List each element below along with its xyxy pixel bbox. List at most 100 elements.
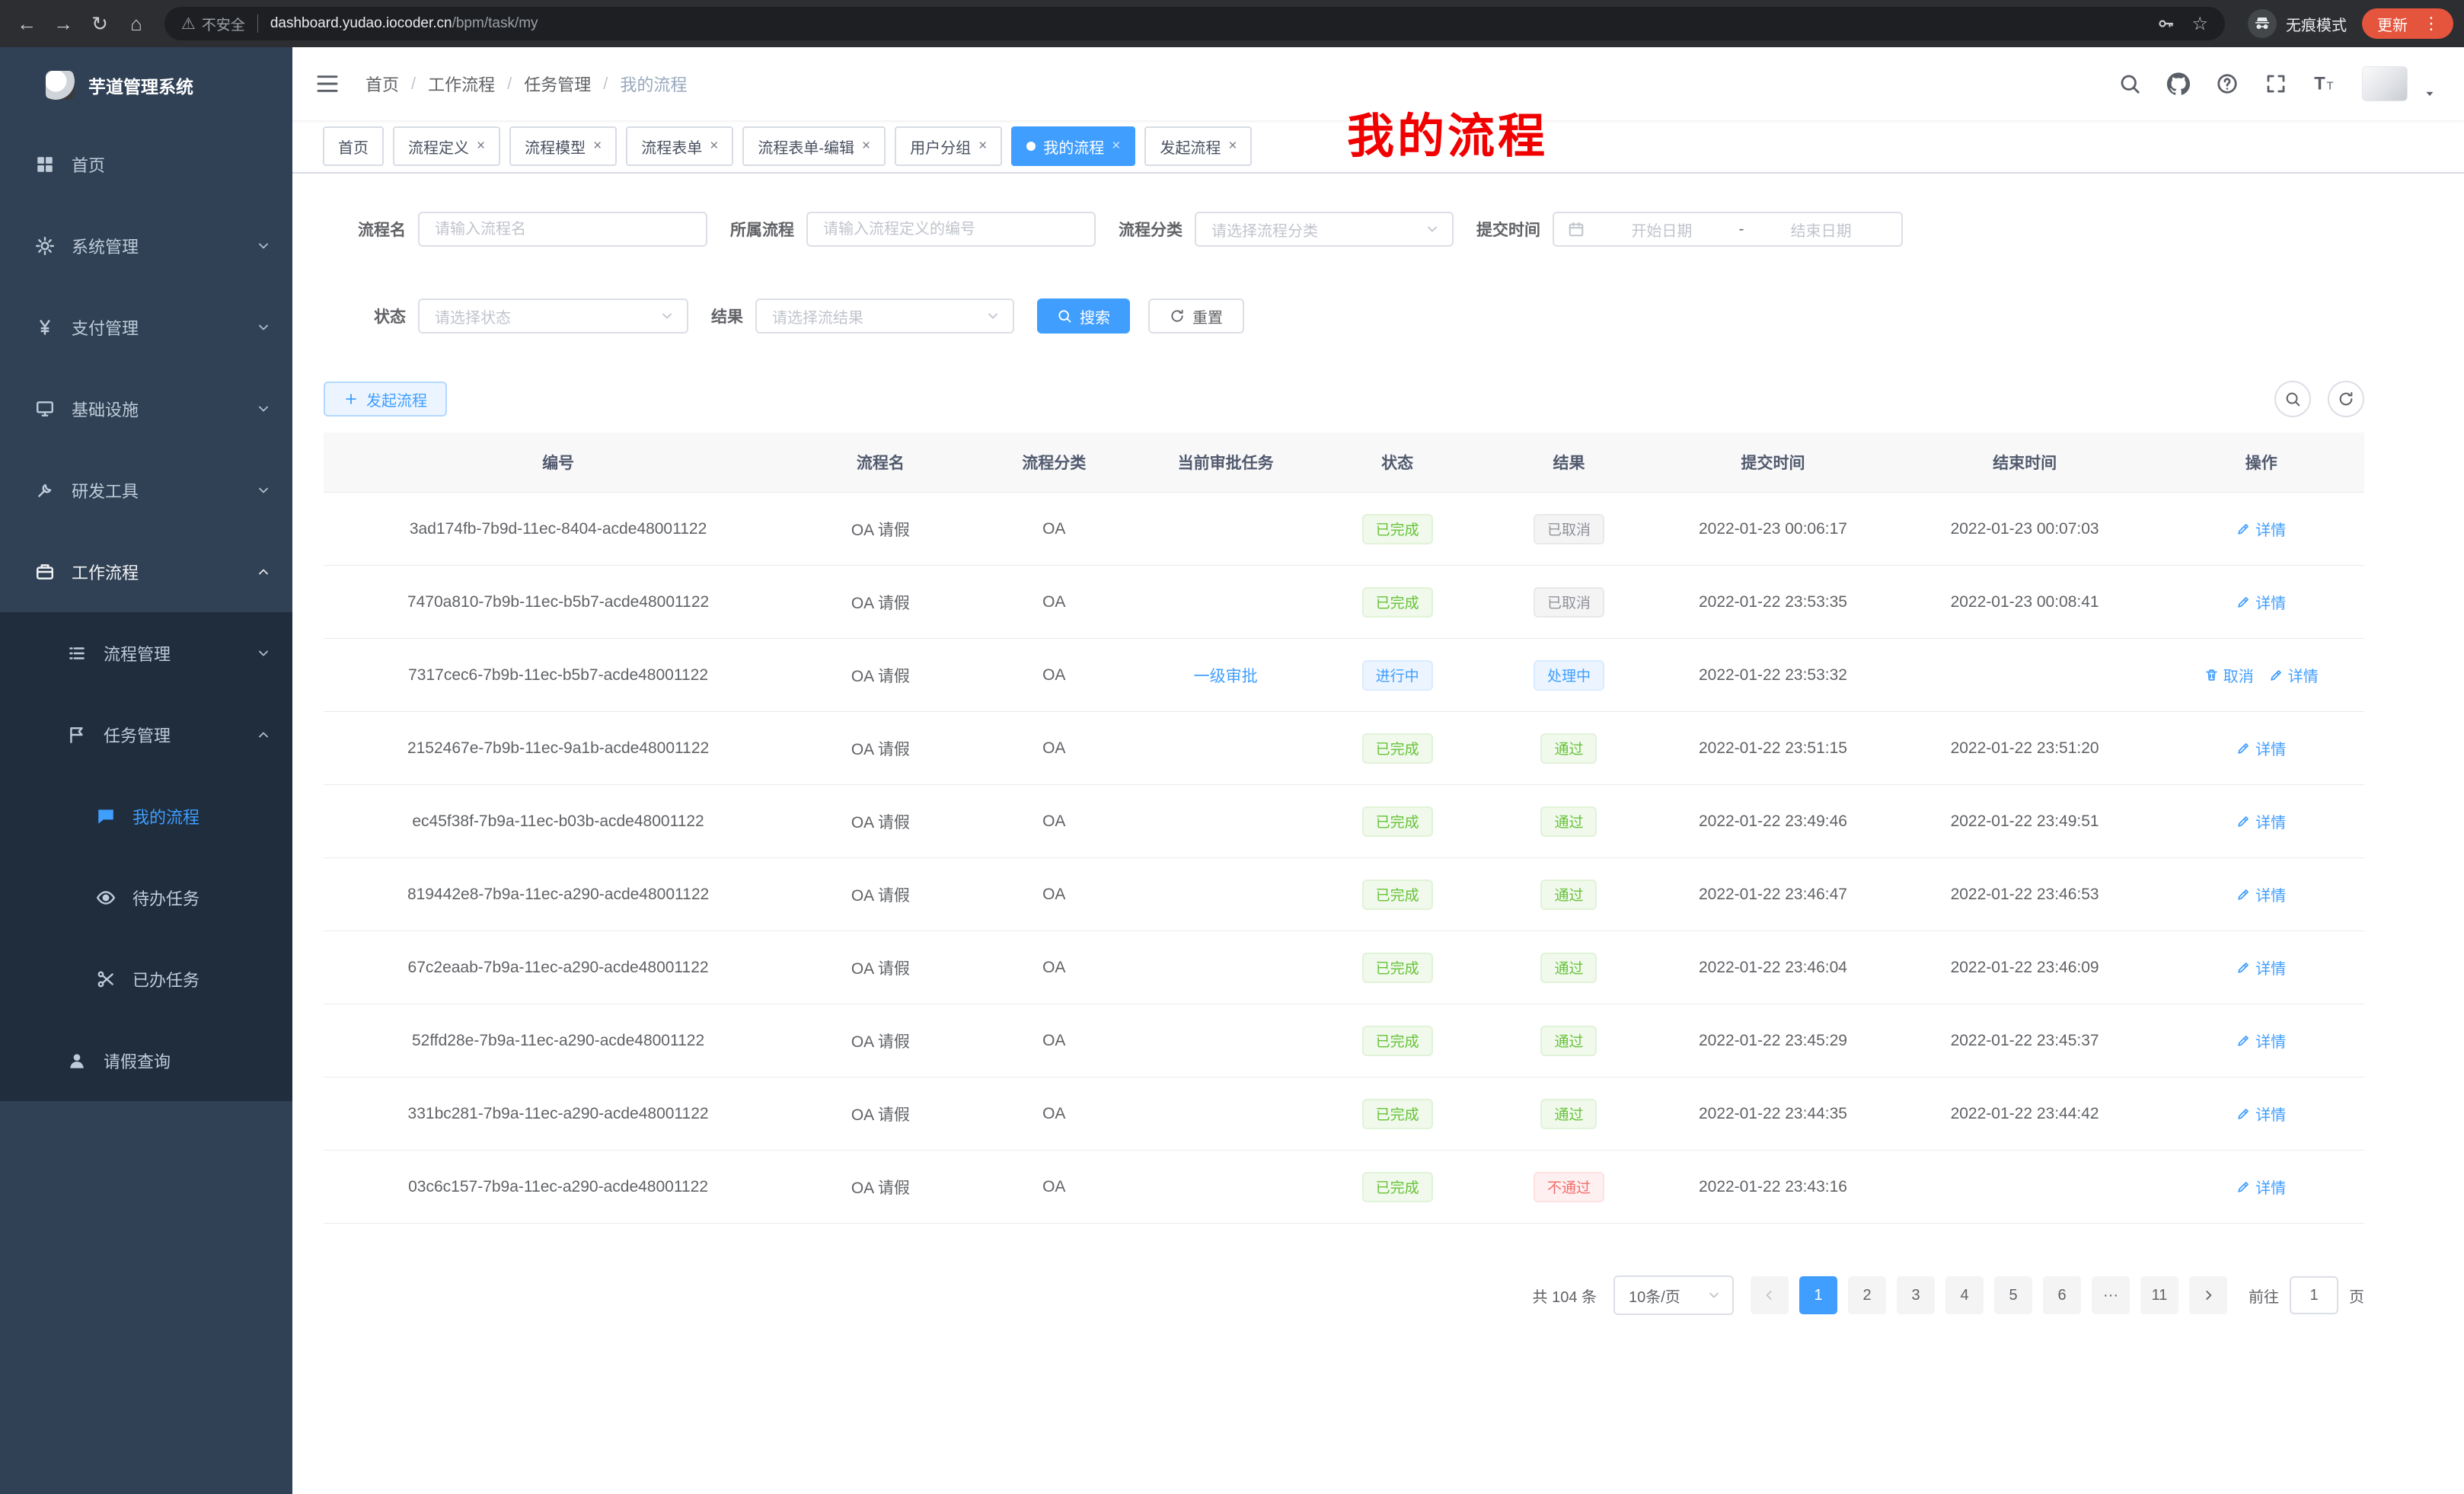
prev-page-button[interactable]	[1751, 1276, 1789, 1314]
detail-link[interactable]: 详情	[2236, 883, 2286, 905]
category-select[interactable]: 请选择流程分类	[1195, 212, 1454, 247]
sidebar-item-my-process[interactable]: 我的流程	[0, 775, 292, 857]
close-tab-icon[interactable]: ×	[1228, 138, 1237, 155]
page-button-4[interactable]: 4	[1945, 1276, 1984, 1314]
browser-home-icon[interactable]: ⌂	[120, 8, 152, 40]
tab-流程模型[interactable]: 流程模型×	[509, 126, 617, 166]
detail-link[interactable]: 详情	[2236, 956, 2286, 978]
action-label: 详情	[2255, 956, 2286, 978]
sidebar-item-task-mgmt[interactable]: 任务管理	[0, 694, 292, 775]
result-select[interactable]: 请选择流结果	[755, 298, 1014, 334]
app-logo[interactable]: 芋道管理系统	[0, 47, 292, 123]
sidebar-fold-icon[interactable]	[315, 72, 340, 96]
owner-process-input[interactable]	[806, 212, 1096, 247]
page-button-11[interactable]: 11	[2140, 1276, 2178, 1314]
detail-link[interactable]: 详情	[2236, 1030, 2286, 1052]
sidebar-item-todo-task[interactable]: 待办任务	[0, 857, 292, 938]
status-placeholder: 请选择状态	[435, 305, 511, 327]
sidebar-item-infrastructure[interactable]: 基础设施	[0, 368, 292, 449]
cell-result: 处理中	[1483, 639, 1655, 712]
cell-name: OA 请假	[793, 785, 968, 858]
detail-link[interactable]: 详情	[2236, 518, 2286, 540]
sidebar-item-home[interactable]: 首页	[0, 123, 292, 205]
detail-link[interactable]: 详情	[2236, 591, 2286, 613]
table-refresh-button[interactable]	[2328, 381, 2364, 417]
goto-page: 前往 页	[2249, 1276, 2364, 1314]
tab-我的流程[interactable]: 我的流程×	[1011, 126, 1135, 166]
browser-reload-icon[interactable]: ↻	[84, 8, 116, 40]
table-search-button[interactable]	[2274, 381, 2311, 417]
close-tab-icon[interactable]: ×	[477, 138, 485, 155]
breadcrumb-item[interactable]: 首页	[365, 72, 399, 96]
page-button-2[interactable]: 2	[1848, 1276, 1886, 1314]
current-task-link[interactable]: 一级审批	[1194, 668, 1258, 685]
close-tab-icon[interactable]: ×	[1112, 138, 1120, 155]
detail-link[interactable]: 详情	[2236, 810, 2286, 832]
search-button[interactable]: 搜索	[1037, 298, 1130, 334]
breadcrumb-item[interactable]: 任务管理	[524, 72, 591, 96]
tab-首页[interactable]: 首页	[323, 126, 384, 166]
tab-用户分组[interactable]: 用户分组×	[895, 126, 1002, 166]
detail-link[interactable]: 详情	[2236, 1103, 2286, 1125]
github-icon[interactable]	[2167, 72, 2190, 95]
close-tab-icon[interactable]: ×	[978, 138, 987, 155]
start-process-button[interactable]: 发起流程	[324, 381, 447, 417]
next-page-button[interactable]	[2189, 1276, 2227, 1314]
close-tab-icon[interactable]: ×	[710, 138, 718, 155]
help-icon[interactable]	[2216, 72, 2239, 95]
password-key-icon[interactable]	[2156, 14, 2175, 33]
user-avatar[interactable]	[2362, 66, 2408, 101]
page-button-5[interactable]: 5	[1994, 1276, 2032, 1314]
breadcrumb-item[interactable]: 工作流程	[428, 72, 495, 96]
category-label: 流程分类	[1119, 218, 1183, 241]
page-button-3[interactable]: 3	[1897, 1276, 1935, 1314]
page-size-select[interactable]: 10条/页	[1613, 1275, 1734, 1315]
cell-category: OA	[969, 858, 1140, 931]
cell-submit-time: 2022-01-22 23:53:35	[1655, 566, 1891, 639]
reset-button[interactable]: 重置	[1148, 298, 1244, 334]
plus-icon	[343, 391, 359, 407]
tab-发起流程[interactable]: 发起流程×	[1144, 126, 1252, 166]
browser-forward-icon[interactable]: →	[47, 8, 79, 40]
edit-icon	[2236, 741, 2251, 755]
sidebar-item-devtools[interactable]: 研发工具	[0, 449, 292, 531]
header-search-icon[interactable]	[2118, 72, 2141, 95]
status-select[interactable]: 请选择状态	[418, 298, 688, 334]
tab-流程定义[interactable]: 流程定义×	[393, 126, 500, 166]
detail-link[interactable]: 详情	[2236, 737, 2286, 759]
page-button-1[interactable]: 1	[1799, 1276, 1837, 1314]
sidebar-item-process-mgmt[interactable]: 流程管理	[0, 612, 292, 694]
browser-menu-icon[interactable]: ⋮	[2417, 14, 2446, 34]
address-bar[interactable]: ⚠ 不安全 dashboard.yudao.iocoder.cn/bpm/tas…	[164, 7, 2225, 40]
close-tab-icon[interactable]: ×	[862, 138, 870, 155]
edit-icon	[2236, 887, 2251, 902]
cell-category: OA	[969, 639, 1140, 712]
sidebar-item-workflow[interactable]: 工作流程	[0, 531, 292, 612]
avatar-caret-icon[interactable]	[2423, 87, 2437, 101]
sidebar-item-payment[interactable]: 支付管理	[0, 286, 292, 368]
cell-category: OA	[969, 712, 1140, 785]
sidebar-item-done-task[interactable]: 已办任务	[0, 938, 292, 1020]
cell-current-task	[1140, 712, 1311, 785]
browser-back-icon[interactable]: ←	[11, 8, 43, 40]
sidebar-item-system[interactable]: 系统管理	[0, 205, 292, 286]
cell-current-task	[1140, 858, 1311, 931]
goto-page-input[interactable]	[2290, 1276, 2338, 1314]
detail-link[interactable]: 详情	[2269, 664, 2319, 686]
chevron-up-icon	[256, 564, 271, 579]
browser-update-button[interactable]: 更新 ⋮	[2362, 8, 2453, 39]
tab-流程表单[interactable]: 流程表单×	[626, 126, 733, 166]
more-pages-button[interactable]: ···	[2092, 1276, 2130, 1314]
page-button-6[interactable]: 6	[2043, 1276, 2081, 1314]
submit-time-range[interactable]: 开始日期 - 结束日期	[1553, 212, 1903, 247]
sidebar: 芋道管理系统 首页系统管理支付管理基础设施研发工具工作流程流程管理任务管理我的流…	[0, 47, 292, 1494]
bookmark-star-icon[interactable]: ☆	[2191, 13, 2208, 35]
detail-link[interactable]: 详情	[2236, 1176, 2286, 1198]
fullscreen-icon[interactable]	[2265, 72, 2287, 95]
process-name-input[interactable]	[418, 212, 707, 247]
font-size-icon[interactable]: TT	[2313, 72, 2336, 95]
tab-流程表单-编辑[interactable]: 流程表单-编辑×	[742, 126, 886, 166]
close-tab-icon[interactable]: ×	[593, 138, 602, 155]
cancel-link[interactable]: 取消	[2204, 664, 2254, 686]
sidebar-item-leave-query[interactable]: 请假查询	[0, 1020, 292, 1101]
